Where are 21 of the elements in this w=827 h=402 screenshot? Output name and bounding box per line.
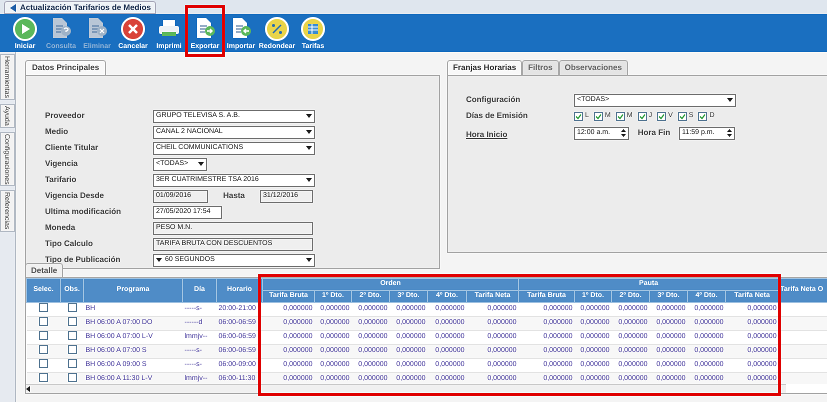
hour-link[interactable]: Hora Inicio xyxy=(466,130,508,139)
field-label: Proveedor xyxy=(45,110,86,122)
field-label: Días de Emisión xyxy=(466,110,529,122)
tab[interactable]: Observaciones xyxy=(558,60,628,75)
window-title: Actualización Tarifarios de Medios xyxy=(4,1,156,14)
field-label: Tipo Calculo xyxy=(45,238,94,250)
field-label: Vigencia xyxy=(45,158,79,170)
field-label: Hasta xyxy=(222,190,246,202)
tab[interactable]: Franjas Horarias xyxy=(447,60,522,75)
field-label: Tarifario xyxy=(45,174,78,186)
field-label: Configuración xyxy=(466,94,522,106)
tab[interactable]: Filtros xyxy=(522,60,559,75)
field-label: Cliente Titular xyxy=(45,142,100,154)
tab[interactable]: Detalle xyxy=(25,263,64,277)
field-label: Tipo de Publicación xyxy=(45,254,122,266)
field-label: Ultima modificación xyxy=(45,206,122,218)
field-label: Vigencia Desde xyxy=(45,190,105,202)
field-label: Medio xyxy=(45,126,70,138)
field-label: Hora Fin xyxy=(636,127,672,139)
tab[interactable]: Datos Principales xyxy=(25,60,106,75)
field-label: Moneda xyxy=(45,222,76,234)
